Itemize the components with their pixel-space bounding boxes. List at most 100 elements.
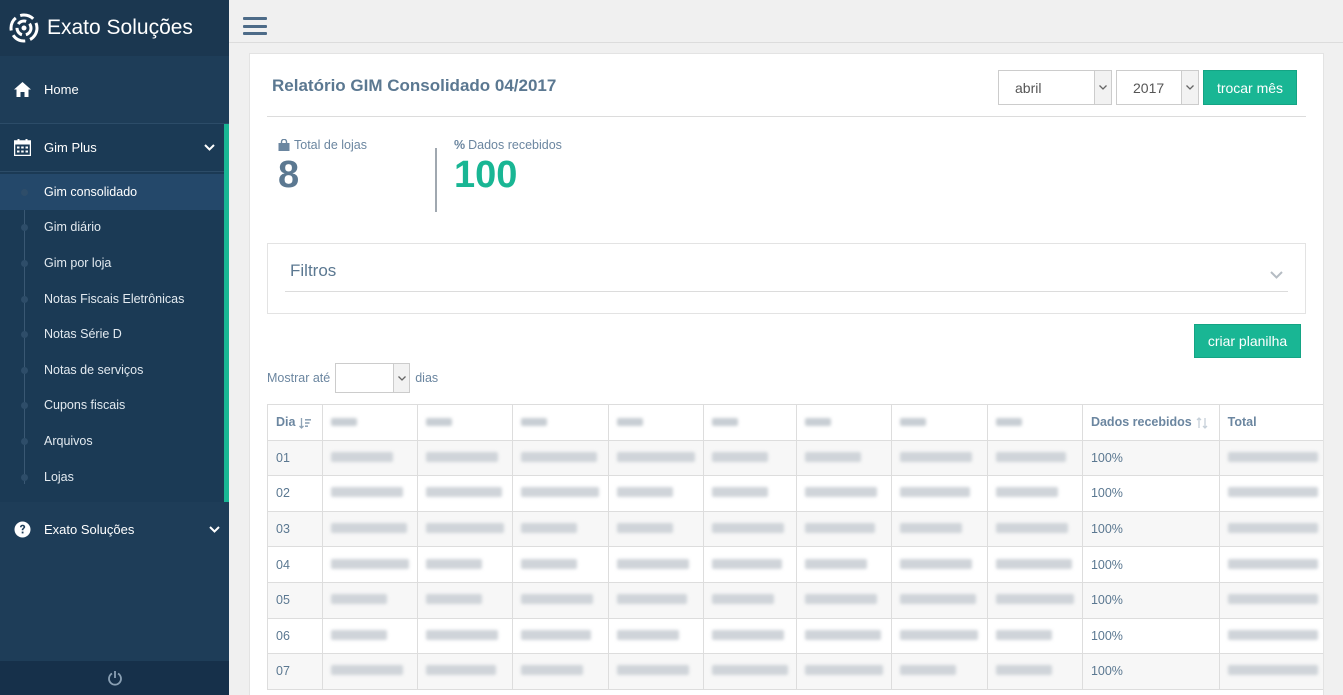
change-month-button[interactable]: trocar mês <box>1203 70 1297 105</box>
report-panel: Relatório GIM Consolidado 04/2017 abril … <box>249 53 1324 695</box>
subnav-item-notas-de-servicos[interactable]: Notas de serviços <box>0 352 224 388</box>
column-header-5[interactable] <box>703 404 798 441</box>
cell-redacted <box>321 510 419 548</box>
stat-total-stores-label: Total de lojas <box>294 138 367 152</box>
table-row[interactable]: 01 100% <box>267 439 1323 477</box>
gim-table-body: 01 100% 02 100% 03 100% 04 100% 05 100% 06 100% 07 10… <box>267 439 1323 690</box>
table-row[interactable]: 04 100% <box>267 546 1323 583</box>
show-days-suffix: dias <box>415 371 439 385</box>
brand-name: Exato Soluções <box>47 16 193 39</box>
cell-data-received: 100% <box>1081 617 1220 655</box>
column-header-1[interactable] <box>321 404 419 441</box>
brand[interactable]: Exato Soluções <box>0 0 229 56</box>
column-header-3[interactable] <box>512 404 609 441</box>
subnav-item-notas-fiscais-eletronicas[interactable]: Notas Fiscais Eletrônicas <box>0 281 224 317</box>
cell-data-received: 100% <box>1081 475 1220 512</box>
cell-redacted <box>796 510 893 548</box>
cell-redacted <box>607 653 705 690</box>
nav-group-gim-plus-toggle[interactable]: Gim Plus <box>0 124 224 172</box>
menu-toggle-icon[interactable] <box>243 17 267 37</box>
nav-group-exato[interactable]: Exato Soluções <box>0 502 229 557</box>
table-row[interactable]: 03 100% <box>267 510 1323 548</box>
chevron-down-icon[interactable] <box>1270 266 1283 284</box>
chevron-down-icon <box>199 526 229 534</box>
cell-redacted <box>512 581 609 619</box>
month-select[interactable]: abril <box>998 70 1112 105</box>
cell-day: 03 <box>267 510 323 548</box>
year-select[interactable]: 2017 <box>1116 70 1199 105</box>
cell-redacted <box>986 581 1083 619</box>
cell-redacted <box>986 510 1083 548</box>
table-row[interactable]: 02 100% <box>267 475 1323 512</box>
cell-redacted <box>703 617 798 655</box>
subnav-item-arquivos[interactable]: Arquivos <box>0 423 224 459</box>
cell-data-received: 100% <box>1081 439 1220 477</box>
cell-redacted <box>703 546 798 583</box>
gim-table: Dia Dados recebidos Total 01 100% 02 100% 03… <box>267 404 1323 690</box>
subnav-item-notas-serie-d[interactable]: Notas Série D <box>0 316 224 352</box>
cell-redacted <box>607 510 705 548</box>
calendar-icon <box>14 139 31 156</box>
cell-redacted <box>321 439 419 477</box>
show-days-control: Mostrar até dias <box>267 363 438 393</box>
column-header-dia[interactable]: Dia <box>267 404 323 441</box>
cell-redacted <box>321 475 419 512</box>
cell-redacted <box>417 510 514 548</box>
cell-redacted <box>607 581 705 619</box>
cell-redacted <box>512 653 609 690</box>
cell-redacted <box>796 653 893 690</box>
subnav-item-cupons-fiscais[interactable]: Cupons fiscais <box>0 388 224 424</box>
column-header-total[interactable]: Total <box>1218 404 1323 441</box>
filters-panel[interactable]: Filtros <box>267 243 1306 314</box>
cell-redacted <box>703 510 798 548</box>
cell-redacted <box>891 510 988 548</box>
cell-data-received: 100% <box>1081 546 1220 583</box>
percent-icon: % <box>454 138 466 152</box>
shopping-bag-icon <box>278 139 290 151</box>
column-header-8[interactable] <box>986 404 1083 441</box>
cell-day: 06 <box>267 617 323 655</box>
subnav-item-gim-diario[interactable]: Gim diário <box>0 210 224 246</box>
brand-logo-icon <box>9 13 39 43</box>
cell-redacted <box>703 653 798 690</box>
table-row[interactable]: 05 100% <box>267 581 1323 619</box>
column-header-2[interactable] <box>417 404 514 441</box>
sort-icon <box>1196 417 1208 429</box>
column-header-7[interactable] <box>891 404 988 441</box>
cell-redacted <box>703 581 798 619</box>
nav-group-exato-label: Exato Soluções <box>44 522 135 538</box>
page-title: Relatório GIM Consolidado 04/2017 <box>272 76 557 95</box>
subnav-item-lojas[interactable]: Lojas <box>0 459 224 495</box>
nav-home[interactable]: Home <box>0 56 229 124</box>
table-row[interactable]: 06 100% <box>267 617 1323 655</box>
cell-redacted <box>986 439 1083 477</box>
cell-total-redacted <box>1218 581 1323 619</box>
cell-total-redacted <box>1218 439 1323 477</box>
cell-redacted <box>607 439 705 477</box>
caret-down-icon <box>1181 71 1198 104</box>
topbar <box>229 0 1343 43</box>
cell-redacted <box>512 617 609 655</box>
logout-button[interactable] <box>0 661 229 695</box>
caret-down-icon <box>393 364 410 392</box>
column-header-dados-recebidos[interactable]: Dados recebidos <box>1081 404 1220 441</box>
cell-redacted <box>417 653 514 690</box>
subnav-item-gim-consolidado[interactable]: Gim consolidado <box>0 174 224 210</box>
show-days-prefix: Mostrar até <box>267 371 331 385</box>
show-days-select[interactable] <box>335 363 411 393</box>
column-header-6[interactable] <box>796 404 893 441</box>
subnav-item-gim-por-loja[interactable]: Gim por loja <box>0 245 224 281</box>
cell-data-received: 100% <box>1081 581 1220 619</box>
cell-redacted <box>986 617 1083 655</box>
column-header-4[interactable] <box>607 404 705 441</box>
month-select-value: abril <box>1015 80 1042 96</box>
cell-day: 07 <box>267 653 323 690</box>
cell-total-redacted <box>1218 475 1323 512</box>
cell-redacted <box>796 546 893 583</box>
stat-data-received-label: Dados recebidos <box>468 138 562 152</box>
filters-divider <box>285 291 1288 292</box>
cell-redacted <box>321 617 419 655</box>
cell-redacted <box>607 617 705 655</box>
table-row[interactable]: 07 100% <box>267 653 1323 690</box>
create-sheet-button[interactable]: criar planilha <box>1194 324 1301 358</box>
